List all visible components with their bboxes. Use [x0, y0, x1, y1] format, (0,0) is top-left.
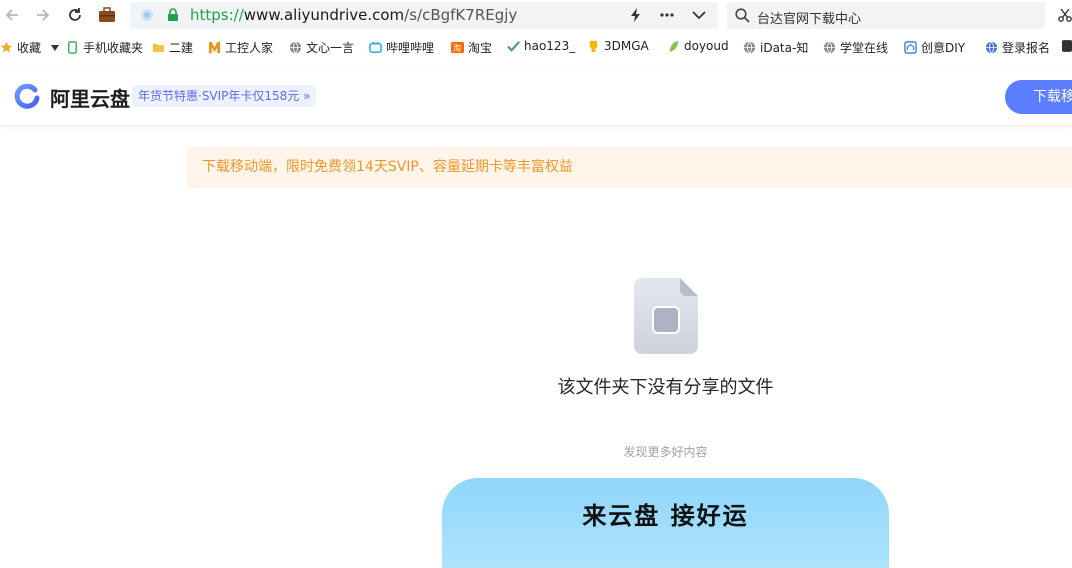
globe-icon	[985, 41, 998, 54]
bookmark-diy[interactable]: 创意DIY	[904, 39, 974, 56]
discover-more-label: 发现更多好内容	[623, 445, 708, 459]
bookmark-mobile-favorites[interactable]: 手机收藏夹	[66, 39, 146, 56]
bookmark-label: hao123_	[524, 39, 576, 53]
url-scheme: https://	[190, 6, 244, 24]
taobao-icon: 淘	[451, 41, 464, 53]
leaf-icon	[669, 40, 679, 52]
search-icon	[735, 8, 750, 23]
forward-button[interactable]	[32, 4, 54, 26]
bookmark-label: 创意DIY	[921, 41, 966, 55]
lock-icon	[168, 8, 178, 21]
empty-message: 该文件夹下没有分享的文件	[557, 377, 774, 398]
scissors-icon[interactable]	[1058, 8, 1072, 22]
bilibili-icon	[369, 41, 382, 53]
bookmark-3dmga[interactable]: 3DMGA	[587, 39, 655, 53]
arrow-right-icon	[37, 9, 50, 21]
globe-icon	[743, 41, 756, 54]
lightning-icon[interactable]	[629, 7, 643, 23]
search-input[interactable]: 台达官网下载中心	[757, 8, 861, 27]
chevron-down-icon[interactable]	[692, 10, 706, 20]
bookmark-label: 二建	[169, 41, 194, 55]
notice-banner[interactable]: 下载移动端，限时免费领14天SVIP、容量延期卡等丰富权益	[186, 147, 1072, 188]
bookmark-taobao[interactable]: 淘 淘宝	[451, 39, 499, 56]
bookmark-wenxin[interactable]: 文心一言	[289, 39, 359, 56]
back-button[interactable]	[1, 4, 23, 26]
bookmark-signup[interactable]: 登录报名	[985, 39, 1057, 56]
address-bar[interactable]: https://www.aliyundrive.com/s/cBgfK7REgj…	[130, 2, 718, 29]
bookmark-label: 3DMGA	[604, 39, 649, 53]
search-box[interactable]: 台达官网下载中心	[727, 2, 1045, 29]
globe-icon	[289, 41, 302, 54]
briefcase-icon	[99, 7, 115, 22]
bookmark-label: 哔哩哔哩	[386, 41, 435, 55]
promo-card-title: 来云盘 接好运	[582, 502, 749, 530]
briefcase-button[interactable]	[96, 4, 118, 26]
bookmark-erjian[interactable]: 二建	[152, 39, 202, 56]
bookmark-label: 文心一言	[306, 41, 355, 55]
app-logo-text[interactable]: 阿里云盘	[50, 83, 130, 112]
bookmark-label: 淘宝	[468, 41, 493, 55]
browser-toolbar: https://www.aliyundrive.com/s/cBgfK7REgj…	[0, 0, 1072, 31]
bookmark-idata[interactable]: iData-知	[743, 39, 813, 56]
m-logo-icon	[208, 41, 221, 54]
bookmark-label: 手机收藏夹	[83, 41, 144, 55]
promo-badge[interactable]: 年货节特惠·SVIP年卡仅158元 »	[132, 85, 317, 107]
reload-icon	[69, 8, 81, 21]
bookmark-bilibili[interactable]: 哔哩哔哩	[369, 39, 439, 56]
empty-file-icon	[634, 278, 698, 354]
bookmark-hao123[interactable]: hao123_	[507, 39, 577, 53]
bookmark-overflow[interactable]	[1062, 39, 1072, 53]
bookmark-label: doyoud	[684, 39, 729, 53]
v-logo-icon	[1062, 40, 1072, 52]
bookmark-label: 登录报名	[1002, 41, 1051, 55]
app-header: 阿里云盘 年货节特惠·SVIP年卡仅158元 » 下载移动端	[0, 66, 1072, 126]
more-icon[interactable]	[660, 13, 674, 17]
bookmark-doyoudo[interactable]: doyoud	[667, 39, 733, 53]
promo-card[interactable]: 来云盘 接好运	[442, 478, 889, 568]
bookmark-label: 学堂在线	[840, 41, 889, 55]
url-text[interactable]: https://www.aliyundrive.com/s/cBgfK7REgj…	[190, 6, 517, 24]
download-mobile-button[interactable]: 下载移动端	[1005, 80, 1072, 114]
url-host: www.aliyundrive.com	[243, 6, 405, 24]
bookmark-favorites[interactable]: 收藏	[0, 39, 60, 56]
hao123-icon	[507, 40, 520, 52]
bookmark-gongkong[interactable]: 工控人家	[208, 39, 278, 56]
svg-text:淘: 淘	[453, 43, 461, 53]
star-icon	[0, 41, 13, 53]
bookmark-label: 收藏	[17, 41, 42, 55]
home-icon	[904, 41, 917, 54]
trophy-icon	[589, 40, 598, 52]
url-path: /s/cBgfK7REgjy	[404, 6, 518, 24]
bookmark-label: 工控人家	[225, 41, 274, 55]
globe-icon	[823, 41, 836, 54]
caret-down-icon[interactable]	[51, 44, 60, 51]
aliyundrive-logo-icon[interactable]	[13, 82, 41, 110]
site-info-icon[interactable]	[140, 8, 154, 22]
bookmark-xuetang[interactable]: 学堂在线	[823, 39, 893, 56]
bookmark-label: iData-知	[760, 41, 809, 55]
reload-button[interactable]	[64, 4, 86, 26]
phone-icon	[68, 41, 77, 54]
folder-icon	[152, 43, 165, 53]
arrow-left-icon	[5, 9, 18, 21]
bookmarks-bar: 收藏 手机收藏夹 二建 工控人家 文心一言 哔哩哔哩 淘 淘宝 hao123_ …	[0, 37, 1072, 61]
